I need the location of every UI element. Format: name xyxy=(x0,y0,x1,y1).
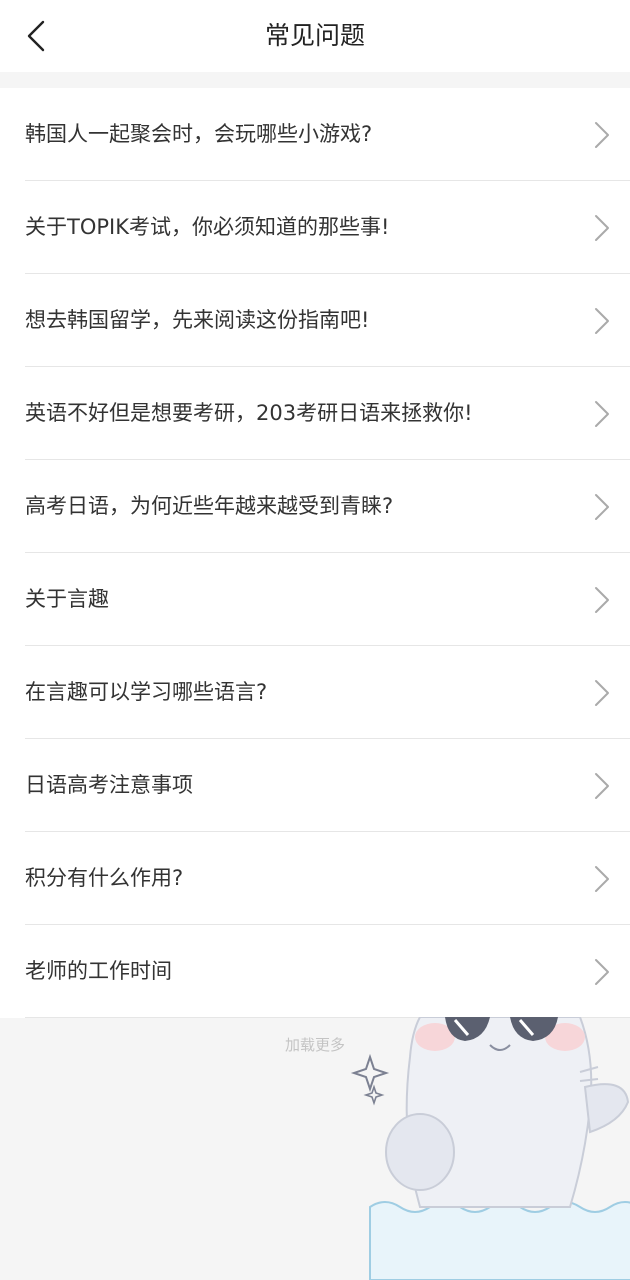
faq-list-item[interactable]: 想去韩国留学，先来阅读这份指南吧! xyxy=(0,274,630,367)
faq-item-label: 在言趣可以学习哪些语言? xyxy=(25,680,268,704)
faq-item-label: 关于言趣 xyxy=(25,587,109,611)
chevron-right-icon xyxy=(595,587,609,613)
faq-item-label: 日语高考注意事项 xyxy=(25,773,193,797)
faq-list-item[interactable]: 英语不好但是想要考研，203考研日语来拯救你! xyxy=(0,367,630,460)
faq-item-label: 英语不好但是想要考研，203考研日语来拯救你! xyxy=(25,401,473,425)
faq-list: 韩国人一起聚会时，会玩哪些小游戏? 关于TOPIK考试，你必须知道的那些事! 想去韩… xyxy=(0,88,630,1018)
chevron-right-icon xyxy=(595,494,609,520)
faq-item-label: 想去韩国留学，先来阅读这份指南吧! xyxy=(25,308,370,332)
faq-item-label: 韩国人一起聚会时，会玩哪些小游戏? xyxy=(25,122,373,146)
chevron-right-icon xyxy=(595,773,609,799)
faq-list-item[interactable]: 日语高考注意事项 xyxy=(0,739,630,832)
chevron-right-icon xyxy=(595,866,609,892)
faq-list-item[interactable]: 在言趣可以学习哪些语言? xyxy=(0,646,630,739)
faq-list-item[interactable]: 关于言趣 xyxy=(0,553,630,646)
faq-item-label: 高考日语，为何近些年越来越受到青睐? xyxy=(25,494,394,518)
navigation-bar: 常见问题 xyxy=(0,0,630,72)
chevron-right-icon xyxy=(595,122,609,148)
faq-list-item[interactable]: 积分有什么作用? xyxy=(0,832,630,925)
faq-list-item[interactable]: 高考日语，为何近些年越来越受到青睐? xyxy=(0,460,630,553)
faq-item-label: 老师的工作时间 xyxy=(25,959,172,983)
chevron-right-icon xyxy=(595,680,609,706)
faq-item-label: 积分有什么作用? xyxy=(25,866,184,890)
chevron-right-icon xyxy=(595,308,609,334)
seal-mascot-illustration xyxy=(350,1017,630,1280)
faq-item-label: 关于TOPIK考试，你必须知道的那些事! xyxy=(25,215,390,239)
chevron-right-icon xyxy=(595,401,609,427)
chevron-right-icon xyxy=(595,215,609,241)
faq-list-item[interactable]: 韩国人一起聚会时，会玩哪些小游戏? xyxy=(0,88,630,181)
page-title: 常见问题 xyxy=(264,21,365,50)
faq-list-item[interactable]: 老师的工作时间 xyxy=(0,925,630,1018)
chevron-right-icon xyxy=(595,959,609,985)
faq-list-item[interactable]: 关于TOPIK考试，你必须知道的那些事! xyxy=(0,181,630,274)
